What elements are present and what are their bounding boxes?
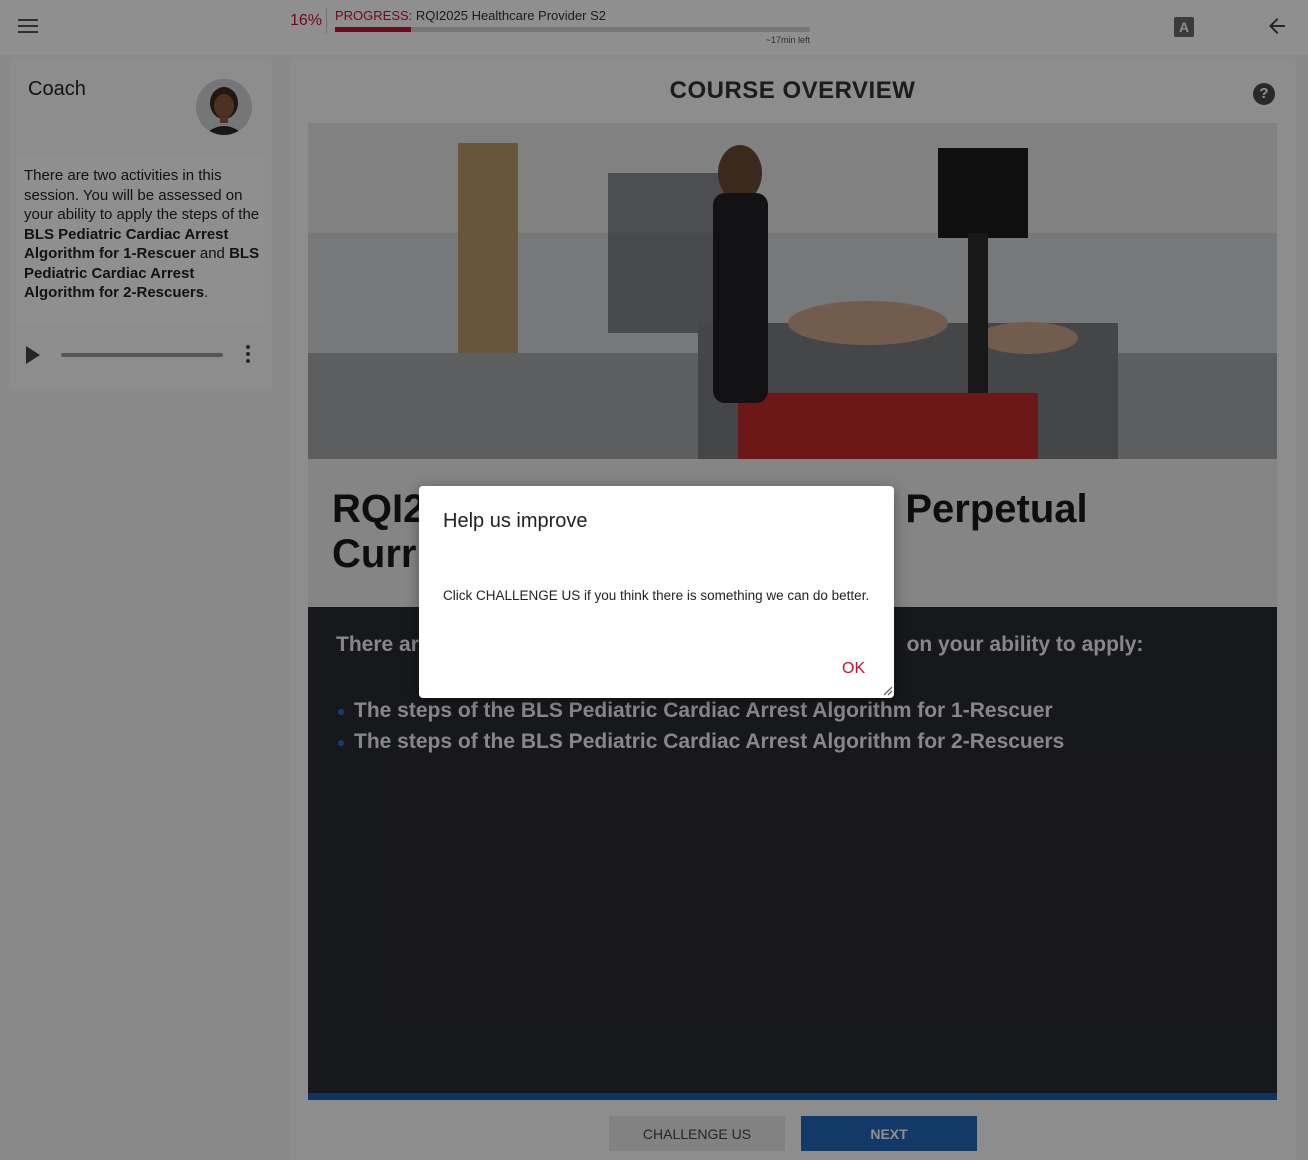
- resize-handle-icon[interactable]: [883, 686, 893, 696]
- dialog-title: Help us improve: [443, 510, 588, 532]
- dialog-message: Click CHALLENGE US if you think there is…: [443, 588, 870, 603]
- help-us-improve-dialog: Help us improve Click CHALLENGE US if yo…: [419, 486, 894, 698]
- ok-button[interactable]: OK: [842, 660, 865, 678]
